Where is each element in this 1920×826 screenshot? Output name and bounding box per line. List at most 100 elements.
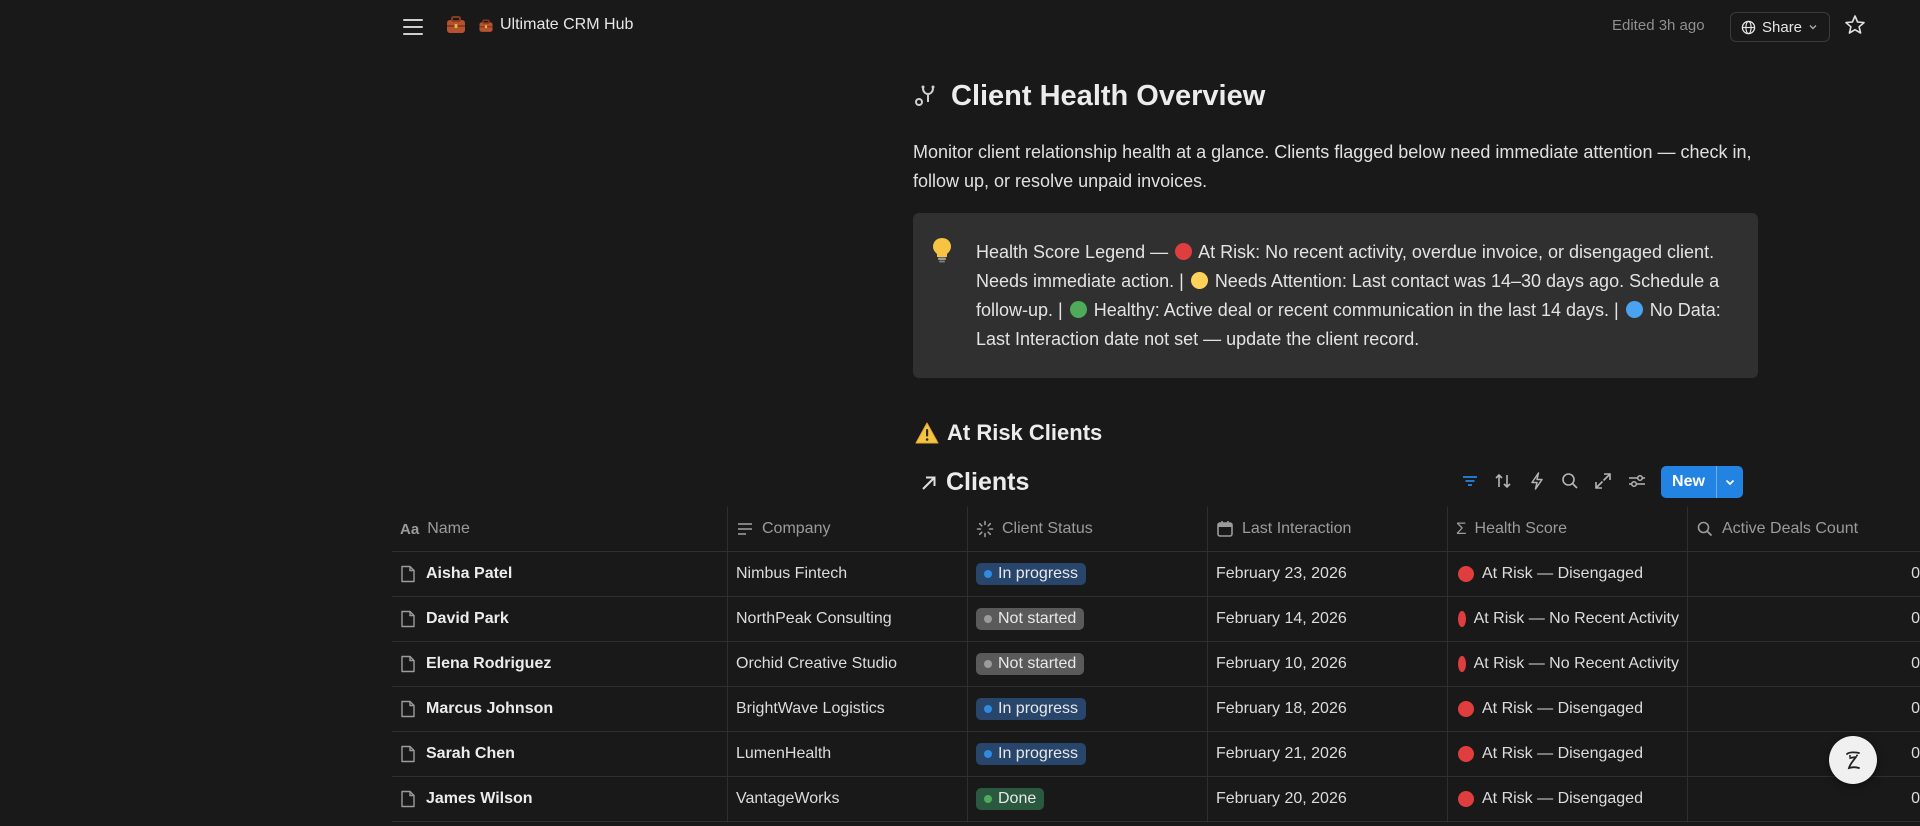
database-title[interactable]: Clients: [920, 468, 1029, 497]
settings-sliders-icon[interactable]: [1626, 470, 1648, 492]
row-active-deals-cell[interactable]: 0: [1688, 777, 1920, 821]
breadcrumb-workspace-title[interactable]: Ultimate CRM Hub: [500, 16, 633, 34]
ai-assistant-button[interactable]: [1829, 736, 1877, 784]
company-name: BrightWave Logistics: [736, 700, 885, 717]
row-company-cell[interactable]: BrightWave Logistics: [728, 687, 968, 731]
share-button[interactable]: Share: [1730, 12, 1830, 42]
row-last-interaction-cell[interactable]: February 18, 2026: [1208, 687, 1448, 731]
warning-icon: [915, 422, 939, 444]
row-name-cell[interactable]: Aisha Patel: [392, 552, 728, 596]
row-status-cell[interactable]: Done: [968, 777, 1208, 821]
health-score-value: At Risk — Disengaged: [1482, 745, 1643, 762]
row-company-cell[interactable]: NorthPeak Consulting: [728, 597, 968, 641]
blue-circle-icon: [1625, 301, 1643, 318]
company-name: Orchid Creative Studio: [736, 655, 897, 672]
column-header-last-interaction[interactable]: Last Interaction: [1208, 507, 1448, 551]
row-last-interaction-cell[interactable]: February 21, 2026: [1208, 732, 1448, 776]
row-health-score-cell[interactable]: At Risk — Disengaged: [1448, 552, 1688, 596]
column-header-status-label: Client Status: [1002, 520, 1093, 537]
status-label: In progress: [998, 700, 1079, 717]
row-active-deals-cell[interactable]: 0: [1688, 642, 1920, 686]
red-circle-icon: [1458, 656, 1466, 672]
row-active-deals-cell[interactable]: 0: [1688, 552, 1920, 596]
health-score-value: At Risk — No Recent Activity: [1473, 610, 1679, 627]
new-button[interactable]: New: [1661, 466, 1743, 498]
table-row[interactable]: Aisha Patel Nimbus Fintech In progress Febr…: [392, 552, 1920, 597]
table-row[interactable]: David Park NorthPeak Consulting Not starte…: [392, 597, 1920, 642]
table-row[interactable]: Elena Rodriguez Orchid Creative Studio Not…: [392, 642, 1920, 687]
company-name: NorthPeak Consulting: [736, 610, 892, 627]
column-header-health-score[interactable]: Σ Health Score: [1448, 507, 1688, 551]
star-icon[interactable]: [1843, 13, 1869, 39]
status-dot-icon: [984, 660, 992, 668]
row-health-score-cell[interactable]: At Risk — No Recent Activity: [1448, 597, 1688, 641]
active-deals-count: 0: [1911, 745, 1920, 762]
status-loader-icon: [976, 520, 994, 538]
row-company-cell[interactable]: LumenHealth: [728, 732, 968, 776]
chevron-down-icon[interactable]: [1716, 466, 1743, 498]
row-health-score-cell[interactable]: At Risk — Disengaged: [1448, 777, 1688, 821]
row-last-interaction-cell[interactable]: February 14, 2026: [1208, 597, 1448, 641]
row-active-deals-cell[interactable]: 0: [1688, 687, 1920, 731]
health-score-value: At Risk — Disengaged: [1482, 565, 1643, 582]
table-row[interactable]: Sarah Chen LumenHealth In progress February…: [392, 732, 1920, 777]
page-icon: [401, 610, 415, 628]
filter-icon[interactable]: [1459, 470, 1481, 492]
green-circle-icon: [1069, 301, 1087, 318]
column-header-health-score-label: Health Score: [1474, 520, 1568, 537]
client-name: Marcus Johnson: [426, 700, 554, 717]
text-lines-icon: [738, 523, 752, 535]
page-icon: [401, 700, 415, 718]
intro-paragraph: Monitor client relationship health at a …: [913, 142, 1752, 191]
row-last-interaction-cell[interactable]: February 10, 2026: [1208, 642, 1448, 686]
row-status-cell[interactable]: In progress: [968, 687, 1208, 731]
row-last-interaction-cell[interactable]: February 20, 2026: [1208, 777, 1448, 821]
page-icon: [401, 790, 415, 808]
row-health-score-cell[interactable]: At Risk — No Recent Activity: [1448, 642, 1688, 686]
status-label: In progress: [998, 745, 1079, 762]
calendar-icon: [1217, 521, 1233, 537]
formula-sigma-icon: Σ: [1456, 519, 1467, 538]
row-last-interaction-cell[interactable]: February 23, 2026: [1208, 552, 1448, 596]
menu-icon[interactable]: [400, 14, 426, 40]
row-health-score-cell[interactable]: At Risk — Disengaged: [1448, 732, 1688, 776]
stethoscope-icon: [915, 85, 935, 106]
edited-timestamp: Edited 3h ago: [1612, 17, 1705, 34]
row-status-cell[interactable]: Not started: [968, 597, 1208, 641]
column-header-active-deals[interactable]: Active Deals Count: [1688, 507, 1920, 551]
column-header-status[interactable]: Client Status: [968, 507, 1208, 551]
row-company-cell[interactable]: Orchid Creative Studio: [728, 642, 968, 686]
column-header-name[interactable]: Aa Name: [392, 507, 728, 551]
clients-table: Aa Name Company Client Status Last Inter…: [392, 506, 1920, 822]
search-icon[interactable]: [1559, 470, 1581, 492]
column-header-company[interactable]: Company: [728, 507, 968, 551]
row-active-deals-cell[interactable]: 0: [1688, 732, 1920, 776]
red-circle-icon: [1458, 566, 1474, 582]
table-row[interactable]: Marcus Johnson BrightWave Logistics In pro…: [392, 687, 1920, 732]
table-row[interactable]: James Wilson VantageWorks Done February 20,…: [392, 777, 1920, 822]
briefcase-icon[interactable]: [445, 14, 467, 36]
table-header-row: Aa Name Company Client Status Last Inter…: [392, 506, 1920, 552]
row-status-cell[interactable]: In progress: [968, 732, 1208, 776]
expand-icon[interactable]: [1592, 470, 1614, 492]
sort-icon[interactable]: [1492, 470, 1514, 492]
lightbulb-icon: [930, 236, 954, 264]
row-name-cell[interactable]: David Park: [392, 597, 728, 641]
row-active-deals-cell[interactable]: 0: [1688, 597, 1920, 641]
legend-healthy: Healthy: Active deal or recent communica…: [1093, 300, 1619, 320]
lightning-icon[interactable]: [1526, 470, 1548, 492]
row-company-cell[interactable]: VantageWorks: [728, 777, 968, 821]
row-status-cell[interactable]: Not started: [968, 642, 1208, 686]
last-interaction-date: February 23, 2026: [1216, 565, 1347, 582]
last-interaction-date: February 20, 2026: [1216, 790, 1347, 807]
row-name-cell[interactable]: Marcus Johnson: [392, 687, 728, 731]
row-health-score-cell[interactable]: At Risk — Disengaged: [1448, 687, 1688, 731]
database-title-text: Clients: [946, 468, 1030, 496]
row-name-cell[interactable]: James Wilson: [392, 777, 728, 821]
row-status-cell[interactable]: In progress: [968, 552, 1208, 596]
row-company-cell[interactable]: Nimbus Fintech: [728, 552, 968, 596]
row-name-cell[interactable]: Elena Rodriguez: [392, 642, 728, 686]
health-score-value: At Risk — Disengaged: [1482, 790, 1643, 807]
client-name: David Park: [426, 610, 509, 627]
row-name-cell[interactable]: Sarah Chen: [392, 732, 728, 776]
